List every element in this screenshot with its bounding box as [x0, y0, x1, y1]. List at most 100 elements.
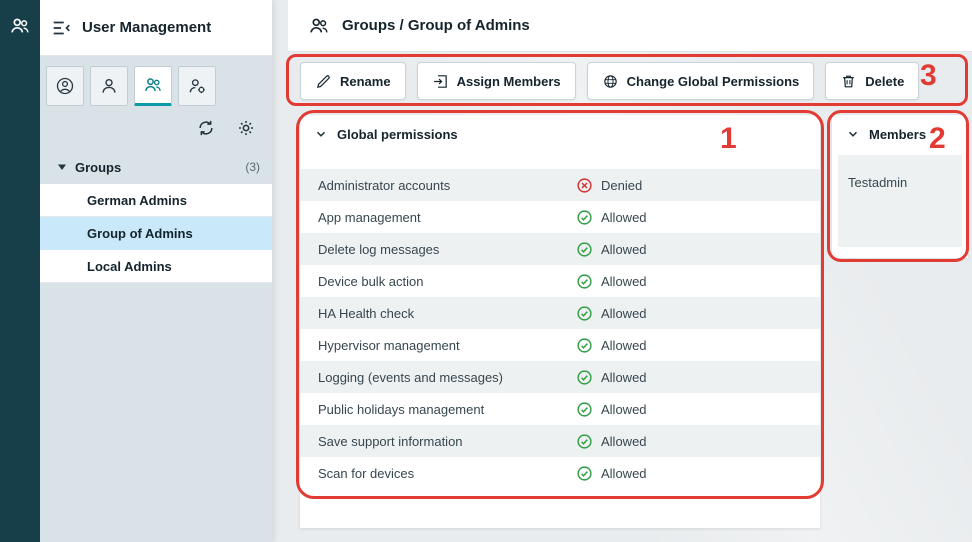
permission-row: Public holidays management Allowed — [300, 393, 820, 425]
tab-groups[interactable] — [134, 66, 172, 106]
rename-button[interactable]: Rename — [300, 62, 406, 100]
permissions-list: Administrator accountsDeniedApp manageme… — [300, 169, 820, 489]
permission-row: Hypervisor management Allowed — [300, 329, 820, 361]
permission-status: Allowed — [576, 369, 647, 386]
allowed-icon — [576, 401, 593, 418]
main-header: Groups / Group of Admins — [288, 0, 972, 52]
tree-group-header[interactable]: Groups (3) — [40, 150, 272, 184]
permission-name: Administrator accounts — [318, 178, 576, 193]
person-gear-icon — [187, 76, 207, 96]
change-global-permissions-button[interactable]: Change Global Permissions — [587, 62, 815, 100]
permission-status-label: Allowed — [601, 242, 647, 257]
caret-down-icon — [56, 161, 68, 173]
groups-icon — [308, 15, 330, 37]
annotation-number-3: 3 — [920, 61, 937, 91]
tree-item-german-admins[interactable]: German Admins — [40, 184, 272, 217]
app-rail — [0, 0, 40, 542]
permission-status: Allowed — [576, 433, 647, 450]
allowed-icon — [576, 337, 593, 354]
permission-name: Scan for devices — [318, 466, 576, 481]
sidebar-tabs — [40, 56, 272, 106]
allowed-icon — [576, 209, 593, 226]
permission-status: Allowed — [576, 465, 647, 482]
permission-status: Allowed — [576, 305, 647, 322]
allowed-icon — [576, 241, 593, 258]
globe-permissions-icon — [602, 73, 619, 90]
permission-status-label: Allowed — [601, 434, 647, 449]
members-list: Testadmin — [838, 155, 962, 247]
tab-accounts[interactable] — [46, 66, 84, 106]
permission-status-label: Allowed — [601, 402, 647, 417]
permission-row: Logging (events and messages)Allowed — [300, 361, 820, 393]
tree-item-group-of-admins[interactable]: Group of Admins — [40, 217, 272, 250]
tab-roles[interactable] — [178, 66, 216, 106]
tree-item-local-admins[interactable]: Local Admins — [40, 250, 272, 283]
sidebar-header: User Management — [40, 0, 272, 56]
refresh-icon[interactable] — [196, 118, 216, 138]
assign-members-icon — [432, 73, 449, 90]
assign-members-button[interactable]: Assign Members — [417, 62, 576, 100]
groups-tree: Groups (3) German Admins Group of Admins L… — [40, 150, 272, 283]
permission-name: Hypervisor management — [318, 338, 576, 353]
tree-item-label: Local Admins — [87, 259, 172, 274]
permission-status: Allowed — [576, 241, 647, 258]
permission-row: HA Health check Allowed — [300, 297, 820, 329]
chevron-down-icon — [846, 127, 860, 141]
permission-name: Public holidays management — [318, 402, 576, 417]
permission-name: HA Health check — [318, 306, 576, 321]
permission-row: App management Allowed — [300, 201, 820, 233]
permission-status: Allowed — [576, 273, 647, 290]
chevron-down-icon — [314, 127, 328, 141]
collapse-sidebar-icon[interactable] — [50, 17, 72, 39]
permission-row: Scan for devicesAllowed — [300, 457, 820, 489]
sidebar-actions — [40, 106, 272, 150]
permission-row: Delete log messagesAllowed — [300, 233, 820, 265]
user-management-app: User Management — [0, 0, 972, 542]
members-header[interactable]: Members — [832, 115, 968, 153]
permission-row: Administrator accountsDenied — [300, 169, 820, 201]
users-icon — [9, 15, 31, 37]
permission-status: Allowed — [576, 337, 647, 354]
permission-name: Save support information — [318, 434, 576, 449]
members-title: Members — [869, 127, 926, 142]
tab-users[interactable] — [90, 66, 128, 106]
people-icon — [143, 75, 163, 95]
global-permissions-header[interactable]: Global permissions — [300, 115, 820, 153]
member-item[interactable]: Testadmin — [848, 175, 952, 190]
global-permissions-title: Global permissions — [337, 127, 458, 142]
pencil-icon — [315, 73, 332, 90]
permission-status-label: Allowed — [601, 210, 647, 225]
tree-item-label: Group of Admins — [87, 226, 193, 241]
permission-row: Save support information Allowed — [300, 425, 820, 457]
tree-group-count: (3) — [245, 160, 260, 174]
settings-gear-icon[interactable] — [236, 118, 256, 138]
assign-members-label: Assign Members — [457, 74, 561, 89]
rename-label: Rename — [340, 74, 391, 89]
sidebar: User Management — [40, 0, 272, 542]
denied-icon — [576, 177, 593, 194]
allowed-icon — [576, 369, 593, 386]
user-management-rail-icon[interactable] — [0, 6, 40, 46]
allowed-icon — [576, 465, 593, 482]
tree-group-label: Groups — [75, 160, 121, 175]
permission-status-label: Allowed — [601, 338, 647, 353]
tree-item-label: German Admins — [87, 193, 187, 208]
permission-name: App management — [318, 210, 576, 225]
permission-status: Allowed — [576, 209, 647, 226]
permission-name: Device bulk action — [318, 274, 576, 289]
members-panel: Members Testadmin — [832, 115, 968, 258]
sidebar-title: User Management — [82, 19, 211, 36]
delete-label: Delete — [865, 74, 904, 89]
permission-status-label: Allowed — [601, 274, 647, 289]
breadcrumb: Groups / Group of Admins — [342, 17, 530, 34]
trash-icon — [840, 73, 857, 90]
delete-button[interactable]: Delete — [825, 62, 919, 100]
person-circle-icon — [55, 76, 75, 96]
permission-name: Logging (events and messages) — [318, 370, 576, 385]
toolbar: Rename Assign Members Change Global Perm… — [300, 62, 919, 100]
tree-items: German Admins Group of Admins Local Admins — [40, 184, 272, 283]
permission-status-label: Allowed — [601, 306, 647, 321]
permission-status: Allowed — [576, 401, 647, 418]
allowed-icon — [576, 273, 593, 290]
person-icon — [99, 76, 119, 96]
